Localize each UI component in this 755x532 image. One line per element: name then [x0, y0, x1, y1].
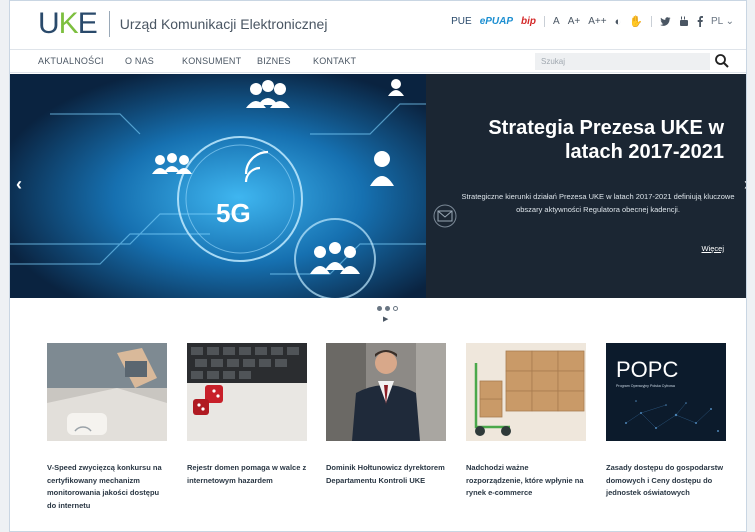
uke-logo[interactable]: UKE Urząd Komunikacji Elektronicznej — [38, 9, 327, 39]
hero-slider: 5G Strategia Prezesa UKE w latach 2017-2… — [10, 74, 746, 298]
page-frame: UKE Urząd Komunikacji Elektronicznej PUE… — [9, 0, 747, 532]
contrast-icon[interactable]: ◐ — [615, 16, 622, 28]
youtube-icon[interactable] — [679, 16, 689, 27]
news-card[interactable]: Dominik Hołtunowicz dyrektorem Departame… — [326, 343, 446, 487]
logo-mark: UKE — [38, 7, 98, 40]
news-thumbnail — [466, 343, 586, 441]
facebook-icon[interactable] — [697, 16, 703, 27]
divider — [650, 16, 652, 27]
font-size-normal[interactable]: A — [553, 16, 560, 27]
news-caption: Dominik Hołtunowicz dyrektorem Departame… — [326, 463, 445, 485]
language-label: PL — [710, 16, 723, 27]
news-thumbnail: POPC Program Operacyjny Polska Cyfrowa — [606, 343, 726, 441]
nav-item-aktualnosci[interactable]: AKTUALNOŚCI — [38, 56, 104, 66]
hero-5g-badge: 5G — [216, 198, 251, 228]
news-thumbnail — [326, 343, 446, 441]
top-header: UKE Urząd Komunikacji Elektronicznej PUE… — [10, 1, 746, 49]
divider — [544, 16, 546, 27]
news-card[interactable]: Nadchodzi ważne rozporządzenie, które wp… — [466, 343, 586, 500]
slider-pagination — [377, 306, 398, 311]
search-icon[interactable] — [714, 53, 730, 69]
twitter-icon[interactable] — [660, 16, 671, 27]
popc-logo-text: POPC — [616, 357, 678, 382]
news-card[interactable]: Rejestr domen pomaga w walce z interneto… — [187, 343, 307, 487]
pue-link[interactable]: PUE — [451, 16, 472, 27]
mail-icon — [433, 204, 457, 228]
hero-text-panel — [426, 74, 746, 298]
nav-item-biznes[interactable]: BIZNES — [257, 56, 291, 66]
news-caption: Rejestr domen pomaga w walce z interneto… — [187, 463, 307, 485]
slide-dot-1[interactable] — [377, 306, 382, 311]
chevron-down-icon: ⌄ — [725, 16, 734, 27]
news-caption: Nadchodzi ważne rozporządzenie, które wp… — [466, 463, 584, 497]
sign-language-icon[interactable]: ✋ — [629, 15, 643, 28]
nav-item-o-nas[interactable]: O NAS — [125, 56, 154, 66]
hero-image: 5G — [10, 74, 426, 298]
nav-item-kontakt[interactable]: KONTAKT — [313, 56, 356, 66]
news-caption: V-Speed zwycięzcą konkursu na certyfikow… — [47, 463, 162, 510]
news-card[interactable]: V-Speed zwycięzcą konkursu na certyfikow… — [47, 343, 167, 512]
font-size-large[interactable]: A+ — [568, 16, 581, 27]
hero-title: Strategia Prezesa UKE w latach 2017-2021 — [488, 117, 724, 163]
news-caption: Zasady dostępu do gospodarstw domowych i… — [606, 463, 724, 497]
main-nav: AKTUALNOŚCI O NAS KONSUMENT BIZNES KONTA… — [10, 49, 746, 73]
top-links: PUE ePUAP bip A A+ A++ ◐ ✋ PL ⌄ — [451, 15, 734, 29]
hero-description: Strategiczne kierunki działań Prezesa UK… — [461, 192, 735, 214]
search-input[interactable]: Szukaj — [535, 53, 710, 70]
logo-divider — [108, 11, 110, 37]
play-icon[interactable]: ▶ — [383, 315, 388, 323]
language-selector[interactable]: PL ⌄ — [711, 16, 734, 27]
site-name: Urząd Komunikacji Elektronicznej — [119, 16, 328, 32]
slide-dot-2[interactable] — [385, 306, 390, 311]
slide-dot-3[interactable] — [393, 306, 398, 311]
slider-prev-icon[interactable]: ‹ — [16, 174, 22, 195]
epuap-link[interactable]: ePUAP — [480, 16, 513, 27]
popc-logo-subtext: Program Operacyjny Polska Cyfrowa — [616, 384, 675, 388]
nav-item-konsument[interactable]: KONSUMENT — [182, 56, 241, 66]
font-size-xlarge[interactable]: A++ — [588, 16, 606, 27]
bip-link[interactable]: bip — [521, 16, 536, 27]
slider-next-icon[interactable]: › — [744, 174, 746, 195]
news-thumbnail — [187, 343, 307, 441]
hero-more-link[interactable]: Więcej — [701, 244, 724, 253]
news-card[interactable]: POPC Program Operacyjny Polska Cyfrowa Z… — [606, 343, 726, 500]
news-thumbnail — [47, 343, 167, 441]
